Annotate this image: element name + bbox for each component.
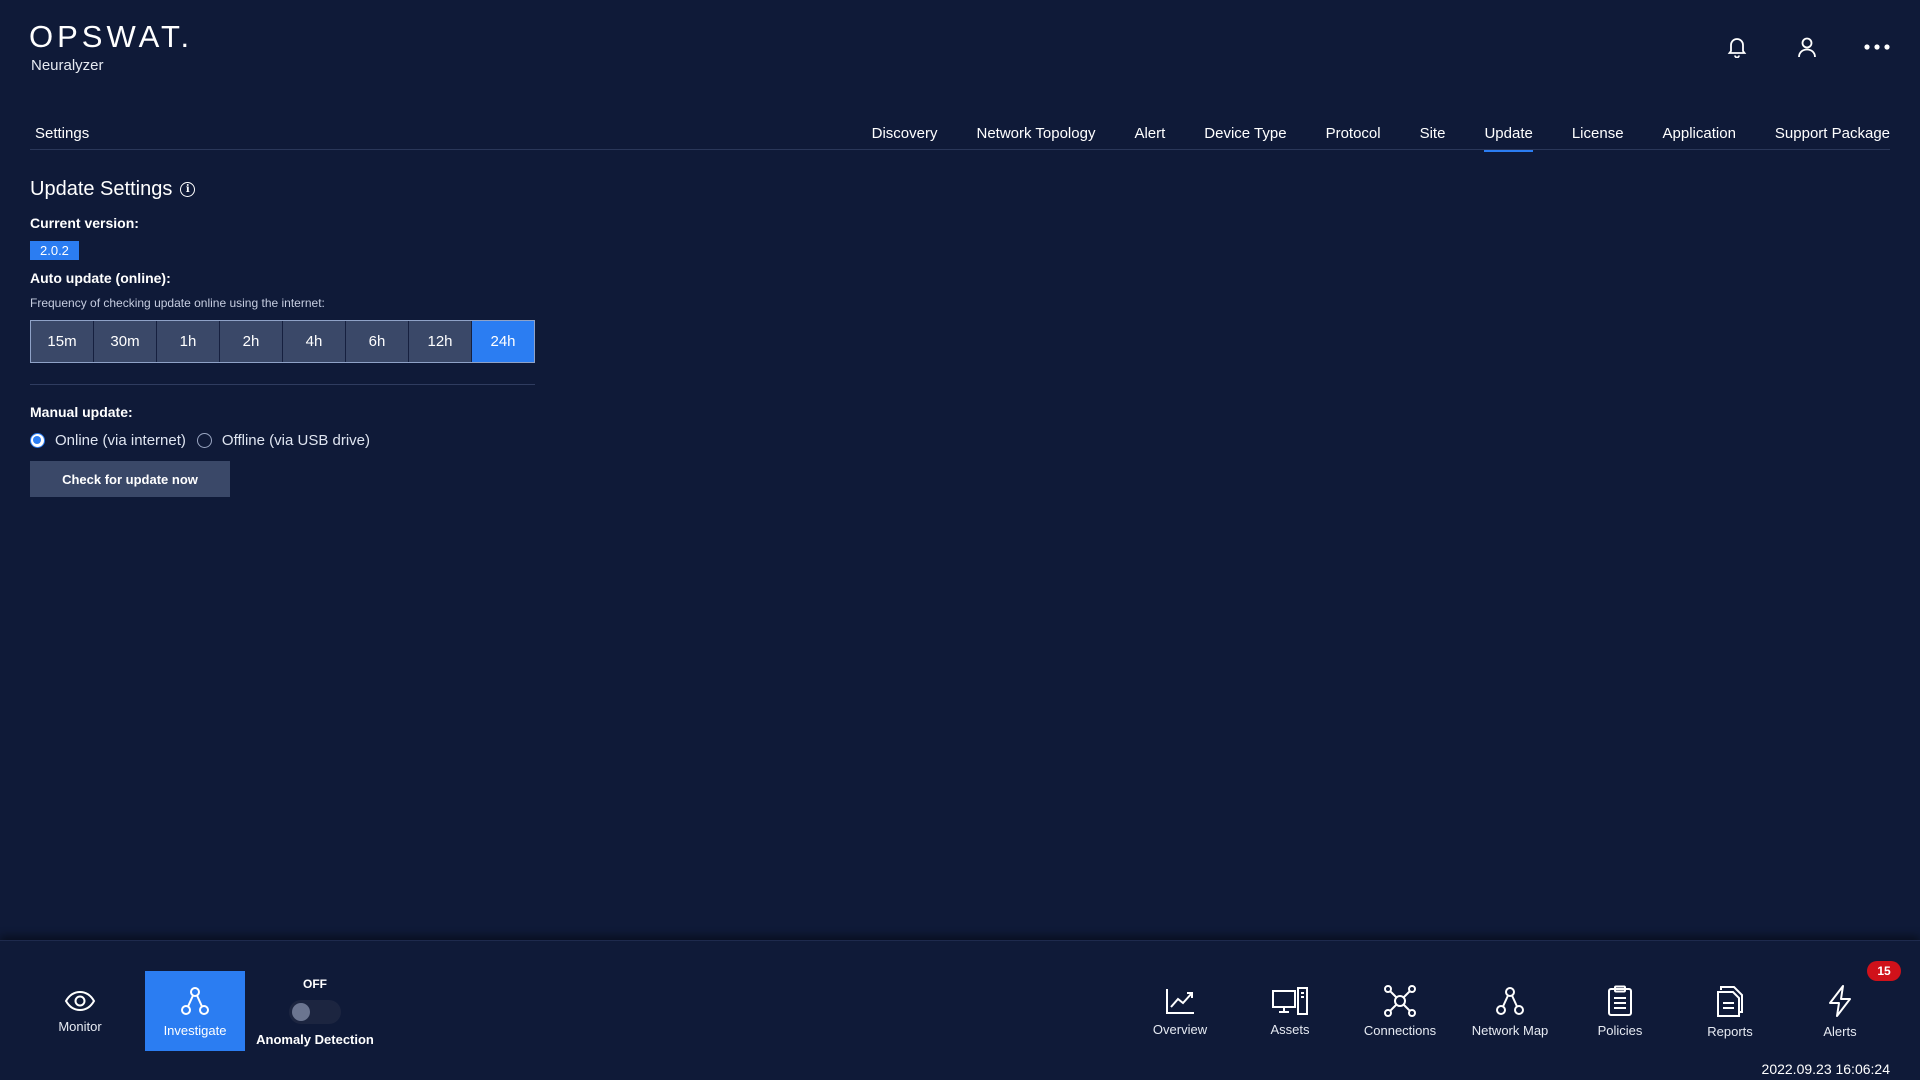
frequency-option-30m[interactable]: 30m [94,321,157,362]
bell-icon[interactable] [1724,34,1750,60]
radio-online-label[interactable]: Online (via internet) [55,432,186,449]
version-badge: 2.0.2 [30,241,79,260]
bottom-nav-bar: Monitor Investigate OFF Anomaly Detectio… [0,940,1920,1080]
anomaly-detection: OFF Anomaly Detection [255,977,375,1047]
nav-alerts[interactable]: Alerts [1790,971,1890,1051]
alerts-count-badge: 15 [1867,961,1901,981]
frequency-option-6h[interactable]: 6h [346,321,409,362]
nav-overview-label: Overview [1152,1021,1208,1037]
nav-policies[interactable]: Policies [1570,971,1670,1051]
frequency-selector: 15m 30m 1h 2h 4h 6h 12h 24h [30,320,535,363]
anomaly-label: Anomaly Detection [256,1032,374,1047]
frequency-option-1h[interactable]: 1h [157,321,220,362]
nav-alerts-label: Alerts [1823,1023,1857,1039]
section-divider [30,384,535,385]
nav-monitor-label: Monitor [58,1018,102,1034]
nav-investigate-label: Investigate [163,1022,227,1038]
tab-device-type[interactable]: Device Type [1204,118,1286,151]
toggle-knob [292,1003,310,1021]
nav-overview[interactable]: Overview [1130,971,1230,1051]
nav-assets-label: Assets [1270,1021,1310,1037]
product-name: Neuralyzer [31,57,104,74]
radio-offline[interactable] [196,433,212,448]
manual-update-label: Manual update: [30,404,133,420]
nav-reports-label: Reports [1707,1023,1753,1039]
tab-discovery[interactable]: Discovery [872,118,938,151]
frequency-option-2h[interactable]: 2h [220,321,283,362]
nav-investigate[interactable]: Investigate [145,971,245,1051]
frequency-option-12h[interactable]: 12h [409,321,472,362]
brand-logo: OPSWAT. Neuralyzer [29,19,194,75]
update-settings-panel: Update Settings i Current version: 2.0.2… [30,178,536,497]
timestamp: 2022.09.23 16:06:24 [1761,1061,1890,1077]
more-icon[interactable] [1864,34,1890,60]
nav-network-map-label: Network Map [1471,1022,1549,1038]
tab-license[interactable]: License [1572,118,1624,151]
nav-policies-label: Policies [1597,1022,1643,1038]
nav-connections-label: Connections [1363,1022,1437,1038]
info-icon[interactable]: i [180,182,196,197]
lightning-icon [1829,984,1851,1017]
current-version-label: Current version: [30,215,139,231]
chart-icon [1166,988,1194,1014]
tab-alert[interactable]: Alert [1134,118,1165,151]
tab-support-package[interactable]: Support Package [1775,118,1890,151]
check-update-button[interactable]: Check for update now [30,461,230,497]
tab-application[interactable]: Application [1663,118,1736,151]
header-actions [1724,34,1890,60]
devices-icon [1272,986,1308,1015]
app-root: OPSWAT. Neuralyzer Settings Discovery Net… [0,0,1920,1080]
auto-update-label: Auto update (online): [30,270,171,286]
network-map-icon [1496,986,1524,1015]
settings-tabs-bar: Settings Discovery Network Topology Alert D… [30,118,1890,152]
nav-connections[interactable]: Connections [1350,971,1450,1051]
tab-network-topology[interactable]: Network Topology [977,118,1096,151]
frequency-hint: Frequency of checking update online usin… [30,296,325,310]
nav-network-map[interactable]: Network Map [1460,971,1560,1051]
frequency-option-24h[interactable]: 24h [472,321,534,362]
tab-site[interactable]: Site [1420,118,1446,151]
nav-monitor[interactable]: Monitor [30,971,130,1051]
connections-icon [1384,984,1416,1017]
frequency-option-4h[interactable]: 4h [283,321,346,362]
radio-online[interactable] [30,433,45,448]
nav-reports[interactable]: Reports [1680,971,1780,1051]
frequency-option-15m[interactable]: 15m [31,321,94,362]
eye-icon [64,990,96,1011]
page-title: Update Settings [30,178,173,200]
anomaly-toggle[interactable] [289,1000,341,1024]
manual-update-options: Online (via internet) Offline (via USB dr… [30,432,536,449]
user-icon[interactable] [1794,34,1820,60]
nav-assets[interactable]: Assets [1240,971,1340,1051]
anomaly-state: OFF [303,977,327,991]
tab-protocol[interactable]: Protocol [1326,118,1381,151]
settings-title: Settings [35,125,90,142]
tab-update[interactable]: Update [1484,118,1534,152]
network-icon [181,986,209,1015]
radio-offline-label[interactable]: Offline (via USB drive) [222,432,370,449]
logo-text: OPSWAT. [29,19,194,54]
reports-icon [1717,985,1743,1017]
update-settings-heading: Update Settings i [30,178,536,201]
tab-list: Discovery Network Topology Alert Device Typ… [833,118,1890,152]
clipboard-icon [1608,985,1632,1016]
